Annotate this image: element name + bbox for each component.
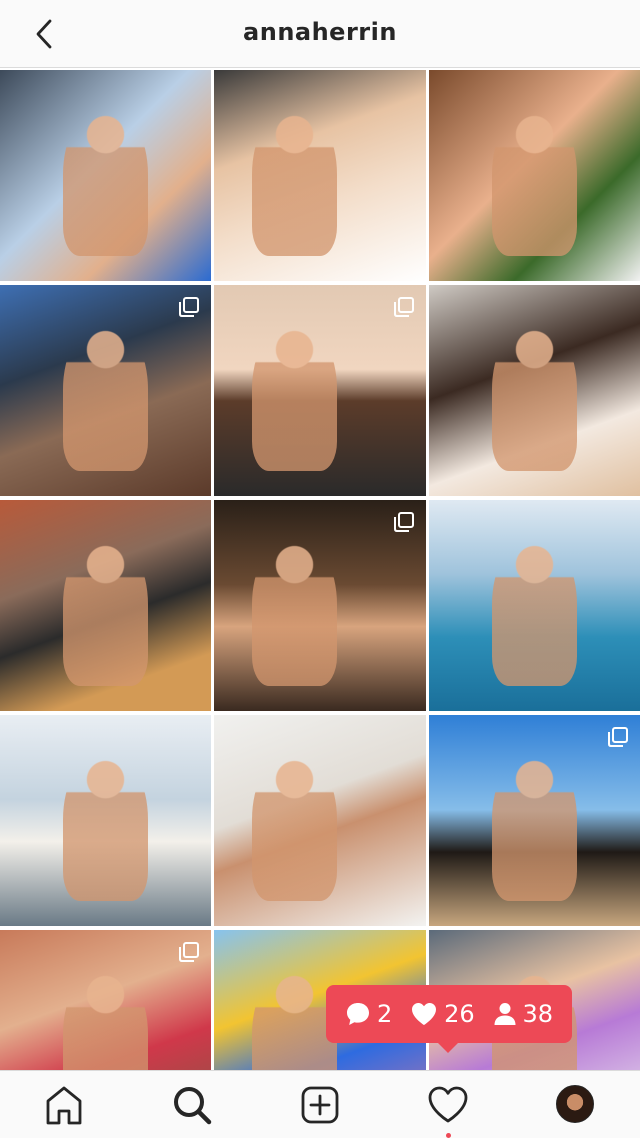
photo-subject bbox=[252, 107, 337, 256]
photo-subject bbox=[63, 107, 148, 256]
bottom-navbar bbox=[0, 1070, 640, 1138]
photo-subject bbox=[63, 967, 148, 1070]
follows-group: 38 bbox=[493, 1000, 554, 1028]
comments-group: 2 bbox=[345, 1000, 392, 1028]
photo-subject bbox=[492, 322, 577, 471]
post-thumbnail[interactable] bbox=[0, 500, 211, 711]
follows-count: 38 bbox=[522, 1000, 554, 1028]
post-thumbnail[interactable] bbox=[0, 930, 211, 1070]
photo-subject bbox=[252, 752, 337, 901]
post-thumbnail[interactable] bbox=[214, 500, 426, 711]
post-thumbnail[interactable] bbox=[214, 70, 426, 281]
post-thumbnail[interactable] bbox=[429, 500, 640, 711]
heart-icon bbox=[412, 1003, 437, 1025]
likes-count: 26 bbox=[444, 1000, 475, 1028]
photo-subject bbox=[492, 537, 577, 686]
photo-subject bbox=[63, 322, 148, 471]
post-thumbnail[interactable] bbox=[429, 70, 640, 281]
post-thumbnail[interactable] bbox=[214, 285, 426, 496]
carousel-multi-icon bbox=[179, 297, 199, 317]
new-post-icon[interactable] bbox=[298, 1083, 342, 1127]
likes-group: 26 bbox=[410, 1000, 475, 1028]
top-header: annaherrin bbox=[0, 0, 640, 68]
post-thumbnail[interactable] bbox=[0, 70, 211, 281]
activity-heart-button[interactable] bbox=[426, 1083, 470, 1138]
post-thumbnail[interactable] bbox=[0, 715, 211, 926]
carousel-multi-icon bbox=[394, 512, 414, 532]
activity-notification-bubble[interactable]: 2 26 38 bbox=[326, 985, 572, 1053]
home-icon[interactable] bbox=[42, 1083, 86, 1127]
comment-bubble-icon bbox=[346, 1003, 369, 1025]
activity-indicator-dot bbox=[446, 1133, 451, 1138]
comments-count: 2 bbox=[376, 1000, 393, 1028]
post-thumbnail[interactable] bbox=[0, 285, 211, 496]
search-icon[interactable] bbox=[170, 1083, 214, 1127]
person-icon bbox=[494, 1003, 516, 1025]
posts-grid bbox=[0, 70, 640, 1070]
carousel-multi-icon bbox=[608, 727, 628, 747]
carousel-multi-icon bbox=[394, 297, 414, 317]
photo-subject bbox=[63, 752, 148, 901]
photo-subject bbox=[252, 967, 337, 1070]
photo-subject bbox=[492, 752, 577, 901]
photo-subject bbox=[252, 537, 337, 686]
carousel-multi-icon bbox=[179, 942, 199, 962]
profile-avatar[interactable] bbox=[556, 1085, 594, 1123]
post-thumbnail[interactable] bbox=[429, 715, 640, 926]
activity-heart-icon bbox=[428, 1086, 468, 1123]
post-thumbnail[interactable] bbox=[429, 285, 640, 496]
photo-subject bbox=[252, 322, 337, 471]
profile-username-title: annaherrin bbox=[243, 18, 397, 46]
post-thumbnail[interactable] bbox=[214, 715, 426, 926]
photo-subject bbox=[492, 107, 577, 256]
photo-subject bbox=[63, 537, 148, 686]
